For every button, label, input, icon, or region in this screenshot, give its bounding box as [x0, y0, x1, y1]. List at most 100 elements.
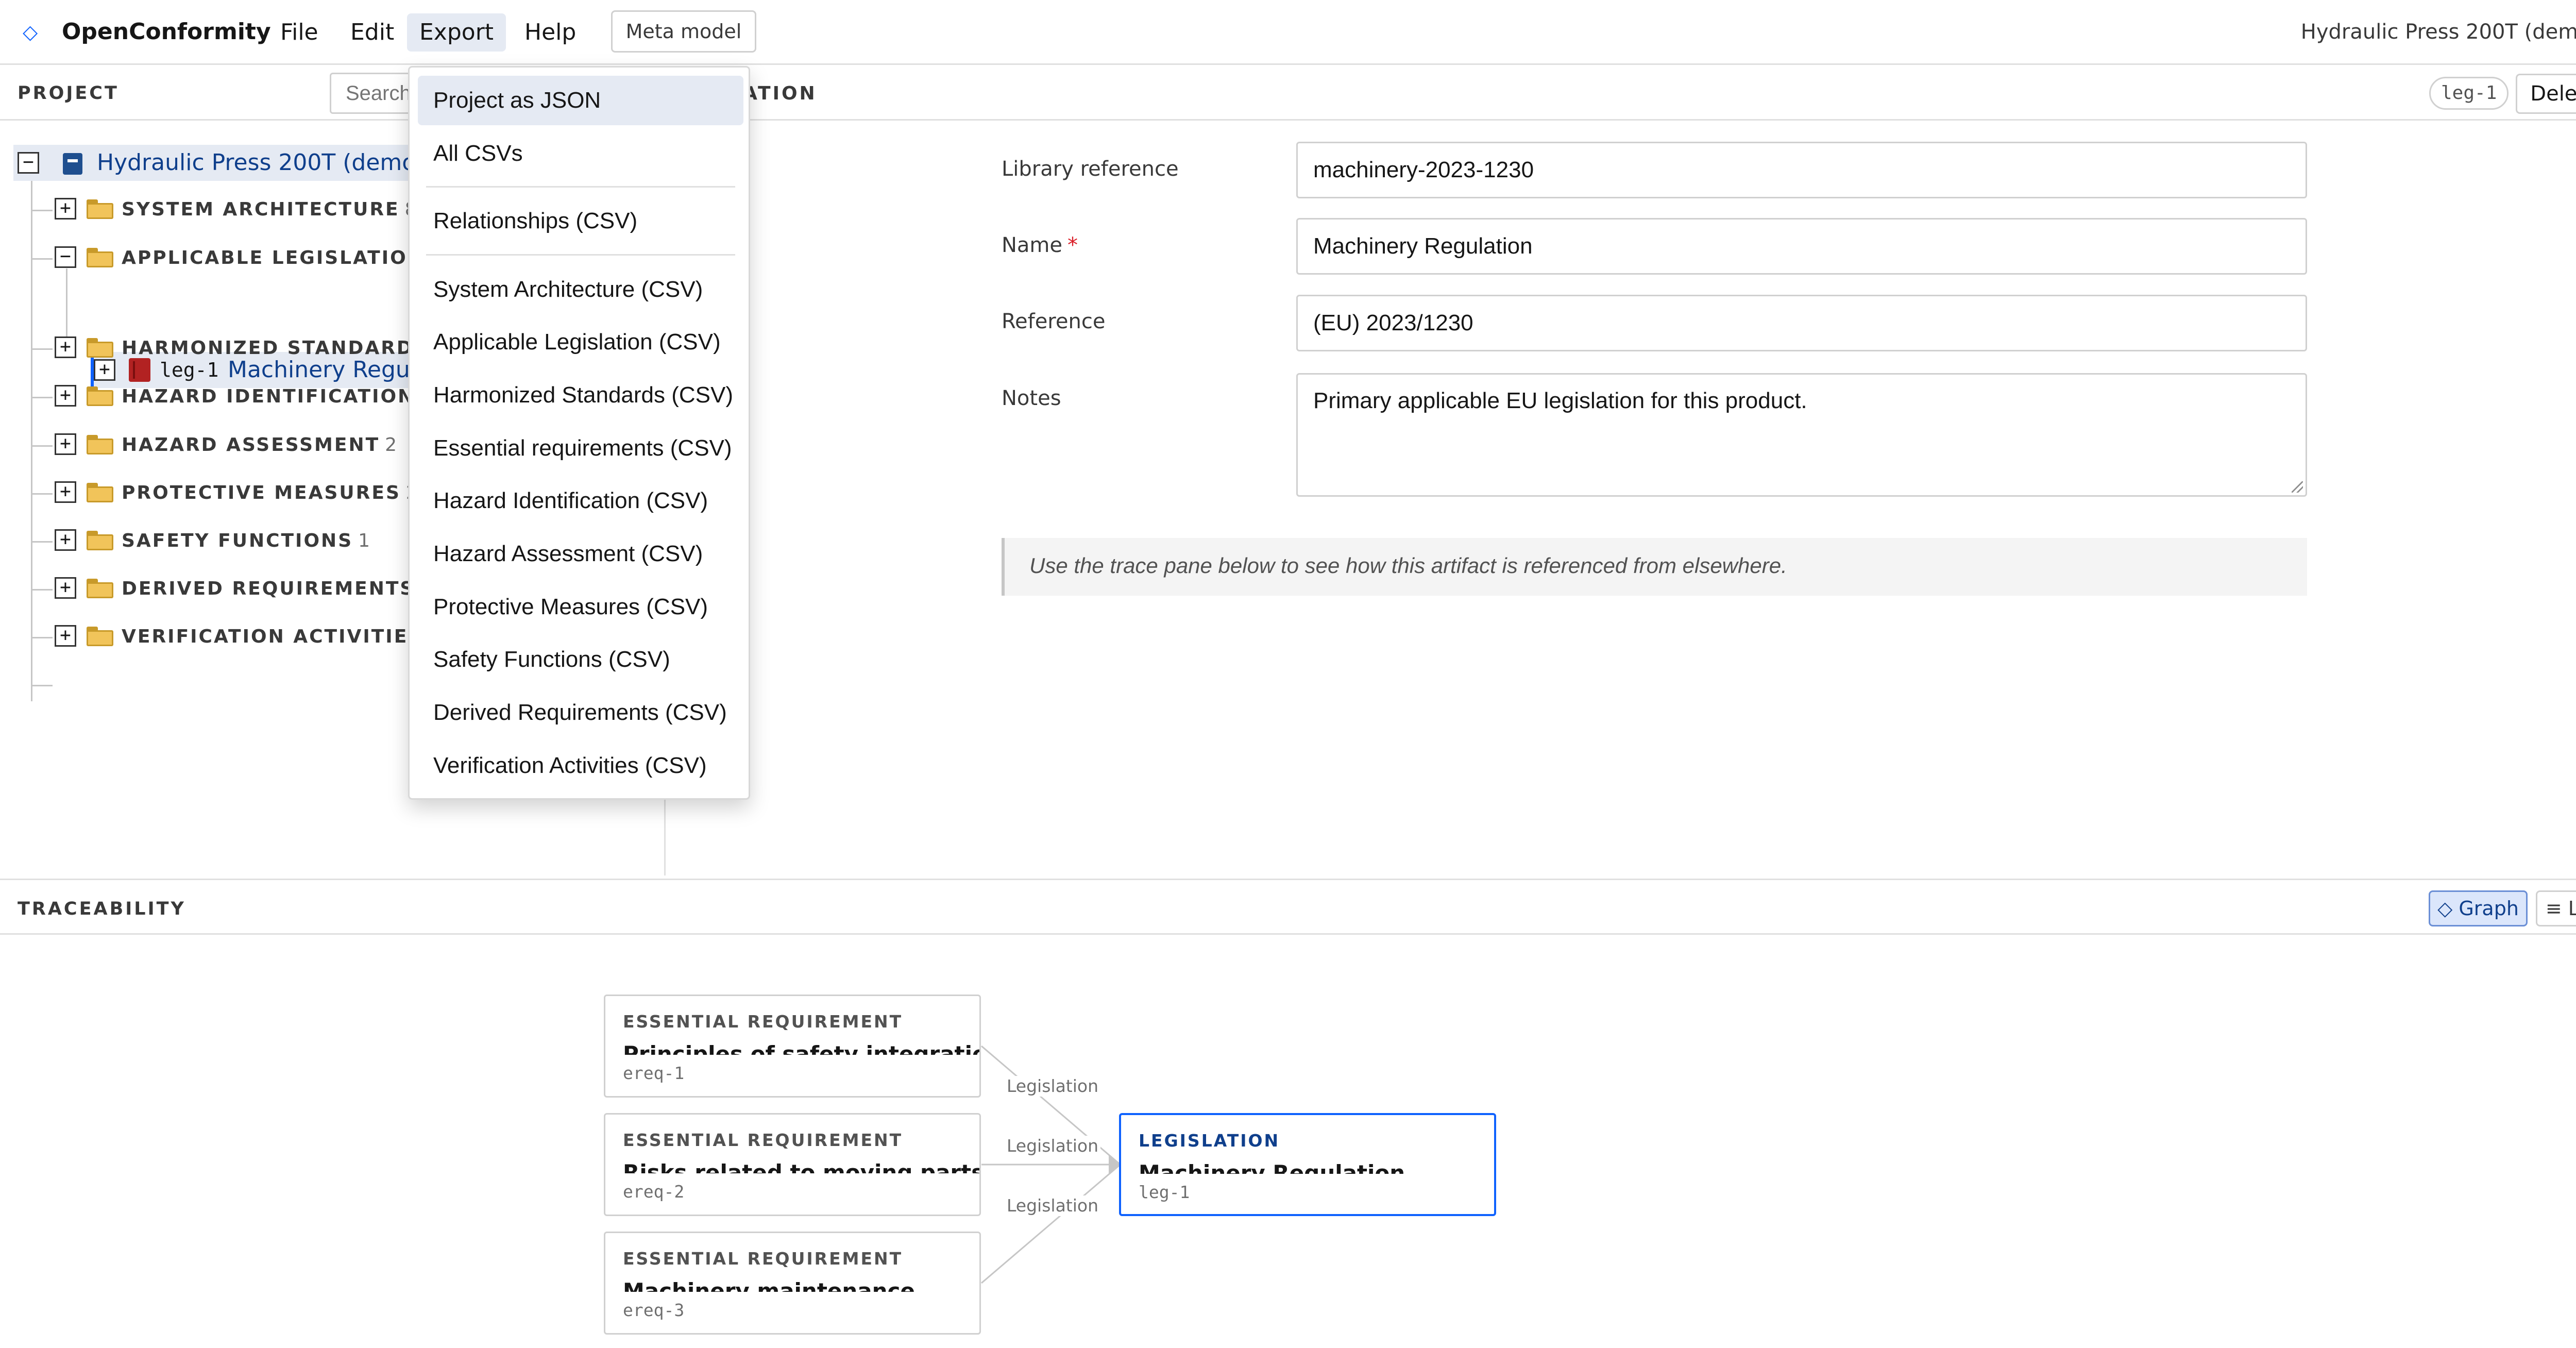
delete-button[interactable]: Delete: [2516, 74, 2576, 114]
export-dropdown-menu: Project as JSON All CSVs Relationships (…: [408, 66, 750, 800]
arrowhead-icon: [1109, 1155, 1119, 1174]
tree-expand-toggle[interactable]: +: [55, 529, 76, 551]
traceability-pane: TRACEABILITY ◇ Graph ≡ List ESSENTIAL RE…: [0, 879, 2576, 1348]
node-id: ereq-1: [623, 1063, 685, 1083]
export-essential-requirements-csv[interactable]: Essential requirements (CSV): [418, 424, 743, 473]
export-verification-activities-csv[interactable]: Verification Activities (CSV): [418, 741, 743, 790]
node-name: Principles of safety integration: [623, 1041, 981, 1055]
tree-expand-toggle[interactable]: +: [55, 577, 76, 599]
folder-icon: [87, 627, 113, 646]
tree-expand-toggle[interactable]: +: [55, 198, 76, 220]
tree-expand-toggle[interactable]: +: [55, 433, 76, 455]
required-marker: *: [1067, 233, 1078, 257]
menu-file[interactable]: File: [268, 13, 331, 52]
node-name: Risks related to moving parts: [623, 1160, 981, 1173]
reference-input[interactable]: [1296, 295, 2307, 351]
tree-group-label: HAZARD ASSESSMENT 2: [122, 434, 397, 456]
resize-handle-icon[interactable]: [2292, 481, 2303, 493]
artifact-id-badge: leg-1: [2429, 77, 2509, 110]
node-kind: ESSENTIAL REQUIREMENT: [623, 1249, 903, 1269]
tree-connector: [31, 541, 53, 543]
export-hazard-identification-csv[interactable]: Hazard Identification (CSV): [418, 476, 743, 526]
tree-group-label: VERIFICATION ACTIVITIES1: [122, 626, 440, 648]
tree-connector: [31, 637, 53, 638]
tree-connector: [31, 176, 32, 701]
menu-export[interactable]: Export: [407, 13, 506, 52]
project-title: Hydraulic Press 200T (demo)•: [2301, 19, 2576, 47]
export-safety-functions-csv[interactable]: Safety Functions (CSV): [418, 635, 743, 684]
tree-connector: [31, 589, 53, 591]
trace-node-leg-1[interactable]: LEGISLATION Machinery Regulation leg-1: [1119, 1113, 1496, 1216]
legislation-book-icon: [129, 358, 150, 382]
menu-edit[interactable]: Edit: [338, 13, 406, 52]
trace-hint: Use the trace pane below to see how this…: [1002, 538, 2307, 596]
node-kind: ESSENTIAL REQUIREMENT: [623, 1012, 903, 1032]
node-kind: ESSENTIAL REQUIREMENT: [623, 1130, 903, 1150]
export-harmonized-standards-csv[interactable]: Harmonized Standards (CSV): [418, 370, 743, 420]
project-panel-title: PROJECT: [18, 83, 119, 104]
trace-node-ereq-2[interactable]: ESSENTIAL REQUIREMENT Risks related to m…: [604, 1113, 981, 1216]
export-relationships-csv[interactable]: Relationships (CSV): [418, 196, 743, 246]
export-protective-measures-csv[interactable]: Protective Measures (CSV): [418, 582, 743, 632]
node-name: Machinery Regulation: [1139, 1160, 1405, 1174]
library-reference-label: Library reference: [1002, 157, 1179, 181]
tree-connector: [31, 397, 53, 398]
folder-icon: [87, 386, 113, 406]
tree-expand-toggle[interactable]: +: [94, 359, 115, 381]
folder-open-icon: [87, 248, 113, 267]
export-all-csvs[interactable]: All CSVs: [418, 129, 743, 178]
traceability-header: TRACEABILITY ◇ Graph ≡ List: [0, 880, 2576, 935]
tree-connector: [31, 258, 53, 260]
menu-help[interactable]: Help: [512, 13, 588, 52]
tree-group-count: 2: [385, 434, 397, 456]
app-logo-icon: ◇: [23, 21, 38, 43]
tree-group-label: HAZARD IDENTIFICATION5: [122, 385, 432, 408]
tree-collapse-toggle[interactable]: −: [18, 152, 39, 174]
folder-icon: [87, 579, 113, 598]
node-kind: LEGISLATION: [1139, 1131, 1280, 1151]
detail-header: LATION leg-1 Delete: [667, 66, 2576, 121]
tree-group-label: HARMONIZED STANDARDS0: [122, 337, 446, 360]
folder-icon: [87, 483, 113, 502]
tree-expand-toggle[interactable]: +: [55, 625, 76, 647]
tree-group-count: 1: [358, 530, 370, 551]
library-reference-input[interactable]: [1296, 142, 2307, 198]
tree-expand-toggle[interactable]: +: [55, 336, 76, 358]
edge-label: Legislation: [1005, 1136, 1101, 1156]
tree-connector: [31, 348, 53, 350]
tree-collapse-toggle[interactable]: −: [55, 246, 76, 268]
export-project-json[interactable]: Project as JSON: [418, 76, 743, 125]
edge-label: Legislation: [1005, 1195, 1101, 1216]
tree-group-label: PROTECTIVE MEASURES2: [122, 482, 418, 504]
folder-icon: [87, 199, 113, 219]
export-applicable-legislation-csv[interactable]: Applicable Legislation (CSV): [418, 317, 743, 367]
name-label: Name *: [1002, 233, 1078, 257]
folder-icon: [87, 338, 113, 358]
export-system-architecture-csv[interactable]: System Architecture (CSV): [418, 265, 743, 314]
tree-connector: [31, 685, 53, 686]
tree-connector: [31, 210, 53, 211]
export-derived-requirements-csv[interactable]: Derived Requirements (CSV): [418, 688, 743, 737]
traceability-title: TRACEABILITY: [18, 899, 186, 919]
menu-divider: [426, 186, 735, 188]
tree-connector: [31, 493, 53, 495]
tree-item-label: Machinery Regula: [228, 357, 430, 383]
tree-group-label: SAFETY FUNCTIONS 1: [122, 530, 370, 551]
notes-textarea[interactable]: Primary applicable EU legislation for th…: [1296, 373, 2307, 497]
tree-connector: [31, 445, 53, 447]
edge-label: Legislation: [1005, 1076, 1101, 1097]
export-hazard-assessment-csv[interactable]: Hazard Assessment (CSV): [418, 529, 743, 579]
tree-expand-toggle[interactable]: +: [55, 385, 76, 407]
graph-view-button[interactable]: ◇ Graph: [2429, 890, 2528, 926]
name-input[interactable]: [1296, 218, 2307, 275]
menubar: ◇ OpenConformity File Edit Export Help M…: [0, 0, 2576, 65]
tree-group-label: DERIVED REQUIREMENTS3: [122, 578, 432, 600]
trace-node-ereq-1[interactable]: ESSENTIAL REQUIREMENT Principles of safe…: [604, 995, 981, 1098]
tree-group-label: SYSTEM ARCHITECTURE8: [122, 198, 417, 221]
meta-model-button[interactable]: Meta model: [611, 10, 756, 53]
tree-expand-toggle[interactable]: +: [55, 481, 76, 503]
notes-label: Notes: [1002, 386, 1061, 410]
list-view-button[interactable]: ≡ List: [2536, 890, 2576, 926]
trace-node-ereq-3[interactable]: ESSENTIAL REQUIREMENT Machinery maintena…: [604, 1232, 981, 1335]
reference-label: Reference: [1002, 310, 1106, 333]
